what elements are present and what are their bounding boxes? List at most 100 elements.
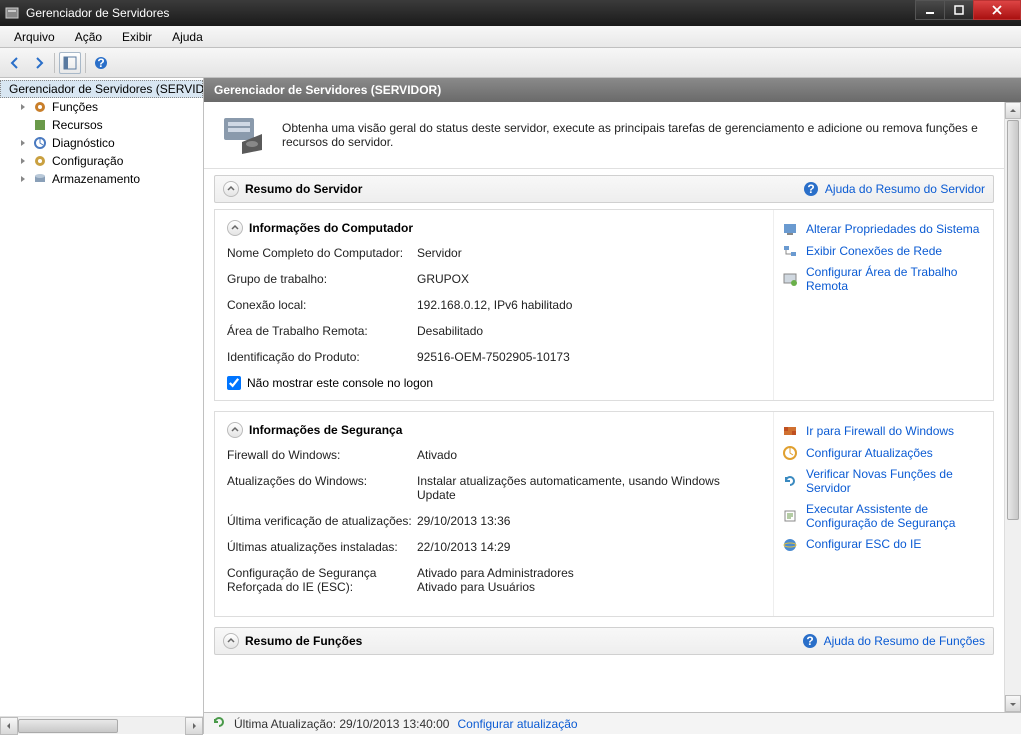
help-link-resumo-funcoes[interactable]: ? Ajuda do Resumo de Funções: [802, 633, 985, 649]
section-title: Resumo de Funções: [245, 634, 796, 648]
scroll-thumb[interactable]: [18, 719, 118, 733]
link-configurar-atualizacao[interactable]: Configurar atualização: [457, 717, 577, 731]
tree-horizontal-scrollbar[interactable]: [0, 716, 203, 734]
label-lastcheck: Última verificação de atualizações:: [227, 514, 417, 528]
link-alterar-propriedades[interactable]: Alterar Propriedades do Sistema: [780, 218, 987, 240]
section-resumo-servidor: Resumo do Servidor ? Ajuda do Resumo do …: [214, 175, 994, 203]
tree-item-armazenamento[interactable]: Armazenamento: [0, 170, 203, 188]
scroll-up-arrow-icon[interactable]: [1005, 102, 1021, 119]
updates-icon: [782, 445, 798, 461]
help-icon: ?: [802, 633, 818, 649]
content-vertical-scrollbar[interactable]: [1004, 102, 1021, 712]
remote-icon: [782, 271, 798, 287]
label-remote: Área de Trabalho Remota:: [227, 324, 417, 338]
link-verificar-funcoes[interactable]: Verificar Novas Funções de Servidor: [780, 464, 987, 499]
scroll-right-arrow-icon[interactable]: [185, 717, 203, 735]
svg-text:?: ?: [97, 56, 104, 70]
content-title: Gerenciador de Servidores (SERVIDOR): [214, 83, 441, 97]
menu-acao[interactable]: Ação: [67, 28, 110, 46]
tree-item-configuracao[interactable]: Configuração: [0, 152, 203, 170]
menu-ajuda[interactable]: Ajuda: [164, 28, 211, 46]
help-link-resumo-servidor[interactable]: ? Ajuda do Resumo do Servidor: [803, 181, 985, 197]
expand-icon[interactable]: [18, 138, 28, 148]
app-icon: [4, 5, 20, 21]
overview-banner: Obtenha uma visão geral do status deste …: [204, 102, 1004, 169]
tree-root[interactable]: Gerenciador de Servidores (SERVIDOR): [0, 80, 203, 98]
menu-arquivo[interactable]: Arquivo: [6, 28, 63, 46]
firewall-icon: [782, 423, 798, 439]
status-text: Última Atualização: 29/10/2013 13:40:00: [234, 717, 449, 731]
show-hide-tree-button[interactable]: [59, 52, 81, 74]
tree-label: Configuração: [52, 154, 123, 168]
subsection-title: Informações do Computador: [249, 221, 413, 235]
section-title: Resumo do Servidor: [245, 182, 797, 196]
menu-exibir[interactable]: Exibir: [114, 28, 160, 46]
subsection-informacoes-seguranca: Informações de Segurança Firewall do Win…: [214, 411, 994, 617]
label-firewall: Firewall do Windows:: [227, 448, 417, 462]
close-button[interactable]: [973, 0, 1021, 20]
window-titlebar: Gerenciador de Servidores: [0, 0, 1021, 26]
collapse-button[interactable]: [227, 220, 243, 236]
help-button[interactable]: ?: [90, 52, 112, 74]
link-firewall[interactable]: Ir para Firewall do Windows: [780, 420, 987, 442]
svg-text:?: ?: [807, 182, 814, 196]
toolbar-separator: [54, 53, 55, 73]
refresh-icon: [782, 473, 798, 489]
scroll-thumb[interactable]: [1007, 120, 1019, 520]
ie-icon: [782, 537, 798, 553]
expand-icon[interactable]: [18, 156, 28, 166]
forward-button[interactable]: [28, 52, 50, 74]
back-button[interactable]: [4, 52, 26, 74]
svg-text:?: ?: [806, 634, 813, 648]
help-link-label: Ajuda do Resumo do Servidor: [825, 182, 985, 196]
label-localconn: Conexão local:: [227, 298, 417, 312]
maximize-button[interactable]: [944, 0, 974, 20]
collapse-button[interactable]: [223, 181, 239, 197]
tree-root-label: Gerenciador de Servidores (SERVIDOR): [9, 82, 203, 96]
tree-label: Funções: [52, 100, 98, 114]
label-productid: Identificação do Produto:: [227, 350, 417, 364]
link-configurar-atualizacoes[interactable]: Configurar Atualizações: [780, 442, 987, 464]
tree-label: Diagnóstico: [52, 136, 115, 150]
collapse-button[interactable]: [223, 633, 239, 649]
tree-label: Armazenamento: [52, 172, 140, 186]
section-resumo-funcoes: Resumo de Funções ? Ajuda do Resumo de F…: [214, 627, 994, 655]
value-lastinstall: 22/10/2013 14:29: [417, 540, 761, 554]
label-workgroup: Grupo de trabalho:: [227, 272, 417, 286]
value-localconn: 192.168.0.12, IPv6 habilitado: [417, 298, 761, 312]
scroll-down-arrow-icon[interactable]: [1005, 695, 1021, 712]
value-iesec: Ativado para AdministradoresAtivado para…: [417, 566, 761, 594]
window-title: Gerenciador de Servidores: [26, 6, 916, 20]
refresh-icon: [212, 715, 226, 732]
wizard-icon: [782, 508, 798, 524]
expand-icon[interactable]: [18, 174, 28, 184]
help-icon: ?: [803, 181, 819, 197]
label-iesec: Configuração de Segurança Reforçada do I…: [227, 566, 417, 594]
content-header: Gerenciador de Servidores (SERVIDOR): [204, 78, 1021, 102]
scroll-left-arrow-icon[interactable]: [0, 717, 18, 735]
tree-item-diagnostico[interactable]: Diagnóstico: [0, 134, 203, 152]
roles-icon: [32, 99, 48, 115]
minimize-button[interactable]: [915, 0, 945, 20]
tree-item-funcoes[interactable]: Funções: [0, 98, 203, 116]
network-icon: [782, 243, 798, 259]
status-bar: Última Atualização: 29/10/2013 13:40:00 …: [204, 712, 1021, 734]
toolbar: ?: [0, 48, 1021, 78]
value-productid: 92516-OEM-7502905-10173: [417, 350, 761, 364]
value-updates: Instalar atualizações automaticamente, u…: [417, 474, 761, 502]
value-firewall: Ativado: [417, 448, 761, 462]
features-icon: [32, 117, 48, 133]
tree-item-recursos[interactable]: Recursos: [0, 116, 203, 134]
banner-text: Obtenha uma visão geral do status deste …: [282, 121, 990, 149]
expand-icon[interactable]: [18, 102, 28, 112]
collapse-button[interactable]: [227, 422, 243, 438]
diagnostics-icon: [32, 135, 48, 151]
link-assistente-seguranca[interactable]: Executar Assistente de Configuração de S…: [780, 499, 987, 534]
subsection-title: Informações de Segurança: [249, 423, 402, 437]
link-configurar-remota[interactable]: Configurar Área de Trabalho Remota: [780, 262, 987, 297]
link-configurar-esc[interactable]: Configurar ESC do IE: [780, 534, 987, 556]
server-overview-icon: [218, 114, 268, 156]
link-exibir-conexoes[interactable]: Exibir Conexões de Rede: [780, 240, 987, 262]
checkbox-noshow-logon[interactable]: [227, 376, 241, 390]
label-fullname: Nome Completo do Computador:: [227, 246, 417, 260]
